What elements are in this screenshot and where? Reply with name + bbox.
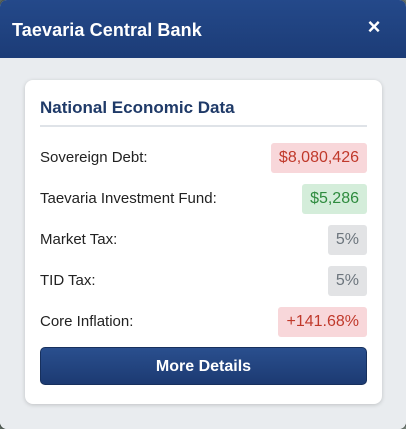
row-sovereign-debt: Sovereign Debt: $8,080,426	[40, 143, 367, 173]
modal-title: Taevaria Central Bank	[12, 20, 202, 40]
row-tid-tax: TID Tax: 5%	[40, 266, 367, 296]
row-investment-fund: Taevaria Investment Fund: $5,286	[40, 184, 367, 214]
row-label: Market Tax:	[40, 231, 118, 248]
card-title: National Economic Data	[40, 98, 235, 117]
economic-data-card: National Economic Data Sovereign Debt: $…	[25, 80, 382, 404]
row-label: Core Inflation:	[40, 313, 134, 330]
row-label: TID Tax:	[40, 272, 96, 289]
modal-header: Taevaria Central Bank ×	[0, 0, 406, 59]
tid-tax-badge: 5%	[327, 266, 367, 296]
market-tax-badge: 5%	[327, 225, 367, 255]
more-details-button[interactable]: More Details	[40, 347, 367, 385]
row-market-tax: Market Tax: 5%	[40, 225, 367, 255]
row-core-inflation: Core Inflation: +141.68%	[40, 307, 367, 337]
bank-modal: Taevaria Central Bank × National Economi…	[0, 0, 406, 429]
divider	[40, 125, 367, 127]
core-inflation-badge: +141.68%	[278, 307, 367, 337]
close-icon[interactable]: ×	[364, 14, 384, 40]
row-label: Sovereign Debt:	[40, 149, 148, 166]
row-label: Taevaria Investment Fund:	[40, 190, 217, 207]
investment-fund-badge: $5,286	[302, 184, 367, 214]
sovereign-debt-badge: $8,080,426	[270, 143, 367, 173]
